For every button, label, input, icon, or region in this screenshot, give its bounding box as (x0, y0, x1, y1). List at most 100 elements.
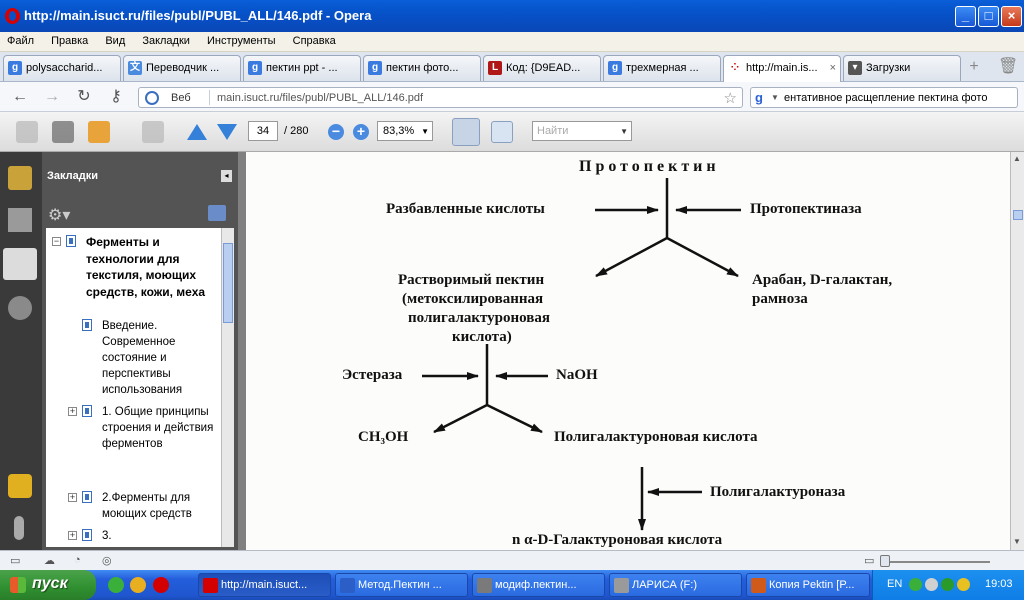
tab-code[interactable]: L Код: {D9EAD... (483, 55, 601, 81)
task-word[interactable]: Метод.Пектин ... (335, 573, 468, 597)
bookmark-label[interactable]: Введение. Современное состояние и перспе… (102, 318, 220, 398)
bookmark-item[interactable]: − Ферменты и технологии для текстиля, мо… (46, 234, 221, 308)
key-icon[interactable]: ⚷ (106, 87, 126, 107)
language-indicator[interactable]: EN (887, 578, 902, 590)
task-image-viewer[interactable]: модиф.пектин... (472, 573, 605, 597)
scroll-thumb[interactable] (223, 243, 233, 323)
chevron-down-icon[interactable]: ▼ (771, 93, 779, 102)
comments-icon[interactable] (8, 474, 32, 498)
trash-icon[interactable]: 🗑 (998, 58, 1018, 76)
back-icon[interactable]: ← (10, 87, 30, 107)
task-label: ЛАРИСА (F:) (632, 579, 697, 591)
opera-quicklaunch-icon[interactable] (153, 577, 169, 593)
chevron-down-icon[interactable]: ▼ (620, 127, 628, 136)
find-input[interactable]: Найти ▼ (532, 121, 632, 141)
fit-page-icon[interactable] (491, 121, 513, 143)
zoom-out-icon[interactable]: − (328, 124, 344, 140)
menu-edit[interactable]: Правка (44, 32, 95, 50)
bookmark-label[interactable]: 1. Общие принципы строения и действия фе… (102, 404, 220, 452)
menu-tools[interactable]: Инструменты (200, 32, 283, 50)
lock-icon[interactable] (8, 166, 32, 190)
search-field[interactable]: g ▼ ентативное расщепление пектина фото (750, 87, 1018, 108)
quicklaunch-icon[interactable] (130, 577, 146, 593)
diagram-product: n α-D-Галактуроновая кислота (512, 532, 723, 548)
tab-polysaccharid[interactable]: g polysaccharid... (3, 55, 121, 81)
zoom-slider[interactable] (880, 561, 990, 563)
close-tab-icon[interactable]: × (830, 62, 836, 74)
task-drive[interactable]: ЛАРИСА (F:) (609, 573, 742, 597)
tab-active-pdf[interactable]: ⁘ http://main.is... × (723, 55, 841, 82)
tab-3d[interactable]: g трехмерная ... (603, 55, 721, 81)
menu-file[interactable]: Файл (0, 32, 41, 50)
attachment-icon[interactable] (14, 516, 24, 540)
fit-width-icon[interactable] (452, 118, 480, 146)
collapse-panel-icon[interactable]: ◂ (221, 170, 232, 182)
bookmark-item[interactable]: + 1. Общие принципы строения и действия … (46, 404, 221, 480)
bookmark-star-icon[interactable]: ☆ (724, 89, 737, 107)
binoculars-icon[interactable] (8, 296, 32, 320)
share-icon[interactable] (88, 121, 110, 143)
tab-translator[interactable]: 文 Переводчик ... (123, 55, 241, 81)
tray-utorrent-icon[interactable] (909, 578, 922, 591)
bookmark-label[interactable]: 3. (102, 528, 220, 544)
network-icon[interactable] (925, 578, 938, 591)
utorrent-icon[interactable] (108, 577, 124, 593)
address-field[interactable]: Веб main.isuct.ru/files/publ/PUBL_ALL/14… (138, 87, 743, 108)
address-url[interactable]: main.isuct.ru/files/publ/PUBL_ALL/146.pd… (217, 92, 423, 104)
comment-icon[interactable] (142, 121, 164, 143)
panel-toggle-icon[interactable]: ▭ (10, 554, 24, 568)
page-number-input[interactable]: 34 (248, 121, 278, 141)
bookmarks-scrollbar[interactable] (221, 228, 234, 547)
tray-app-icon[interactable] (957, 578, 970, 591)
print-icon[interactable] (16, 121, 38, 143)
scroll-thumb[interactable] (1013, 210, 1023, 220)
start-button[interactable]: пуск (0, 570, 96, 600)
address-prefix: Веб (171, 92, 191, 104)
task-powerpoint[interactable]: Копия Pektin [P... (746, 573, 870, 597)
pages-icon[interactable] (8, 208, 32, 232)
google-icon[interactable]: g (755, 90, 763, 105)
forward-icon[interactable]: → (42, 87, 62, 107)
close-button[interactable]: × (1001, 6, 1022, 27)
tab-pectin-ppt[interactable]: g пектин ppt - ... (243, 55, 361, 81)
tab-pectin-photo[interactable]: g пектин фото... (363, 55, 481, 81)
save-icon[interactable] (52, 121, 74, 143)
view-icon[interactable]: ▭ (864, 554, 878, 568)
zoom-select[interactable]: 83,3% ▼ (377, 121, 433, 141)
turbo-icon[interactable]: ◎ (102, 554, 116, 568)
new-tab-icon[interactable]: + (964, 58, 984, 76)
gear-icon[interactable]: ⚙▾ (48, 205, 70, 225)
search-query[interactable]: ентативное расщепление пектина фото (784, 92, 987, 104)
next-page-icon[interactable] (217, 124, 237, 140)
menu-help[interactable]: Справка (286, 32, 343, 50)
expand-node-icon[interactable]: + (68, 531, 77, 540)
chevron-down-icon[interactable]: ▼ (421, 127, 429, 136)
expand-node-icon[interactable]: + (68, 493, 77, 502)
bookmarks-panel-icon[interactable] (3, 248, 37, 280)
tab-downloads[interactable]: ▾ Загрузки (843, 55, 961, 81)
menu-view[interactable]: Вид (98, 32, 132, 50)
previous-page-icon[interactable] (187, 124, 207, 140)
antivirus-icon[interactable] (941, 578, 954, 591)
scroll-down-icon[interactable]: ▼ (1013, 537, 1021, 546)
bookmark-item[interactable]: Введение. Современное состояние и перспе… (46, 318, 221, 396)
menu-bookmarks[interactable]: Закладки (135, 32, 197, 50)
zoom-slider-knob[interactable] (880, 555, 890, 567)
bookmark-item[interactable]: + 2.Ферменты для моющих средств (46, 490, 221, 524)
bookmark-label[interactable]: 2.Ферменты для моющих средств (102, 490, 220, 522)
maximize-button[interactable]: □ (978, 6, 999, 27)
speed-dial-icon[interactable]: ◔ (74, 554, 88, 568)
cloud-icon[interactable]: ☁ (44, 554, 58, 568)
reload-icon[interactable]: ↻ (74, 87, 94, 107)
new-bookmark-icon[interactable] (208, 205, 226, 221)
document-scrollbar[interactable]: ▲ ▼ (1010, 152, 1024, 550)
collapse-node-icon[interactable]: − (52, 237, 61, 246)
task-opera[interactable]: http://main.isuct... (198, 573, 331, 597)
scroll-up-icon[interactable]: ▲ (1013, 154, 1021, 163)
tab-label: http://main.is... (746, 62, 818, 74)
minimize-button[interactable]: _ (955, 6, 976, 27)
bookmark-label[interactable]: Ферменты и технологии для текстиля, моющ… (86, 234, 218, 300)
zoom-in-icon[interactable]: + (353, 124, 369, 140)
expand-node-icon[interactable]: + (68, 407, 77, 416)
bookmark-item[interactable]: + 3. (46, 528, 221, 547)
